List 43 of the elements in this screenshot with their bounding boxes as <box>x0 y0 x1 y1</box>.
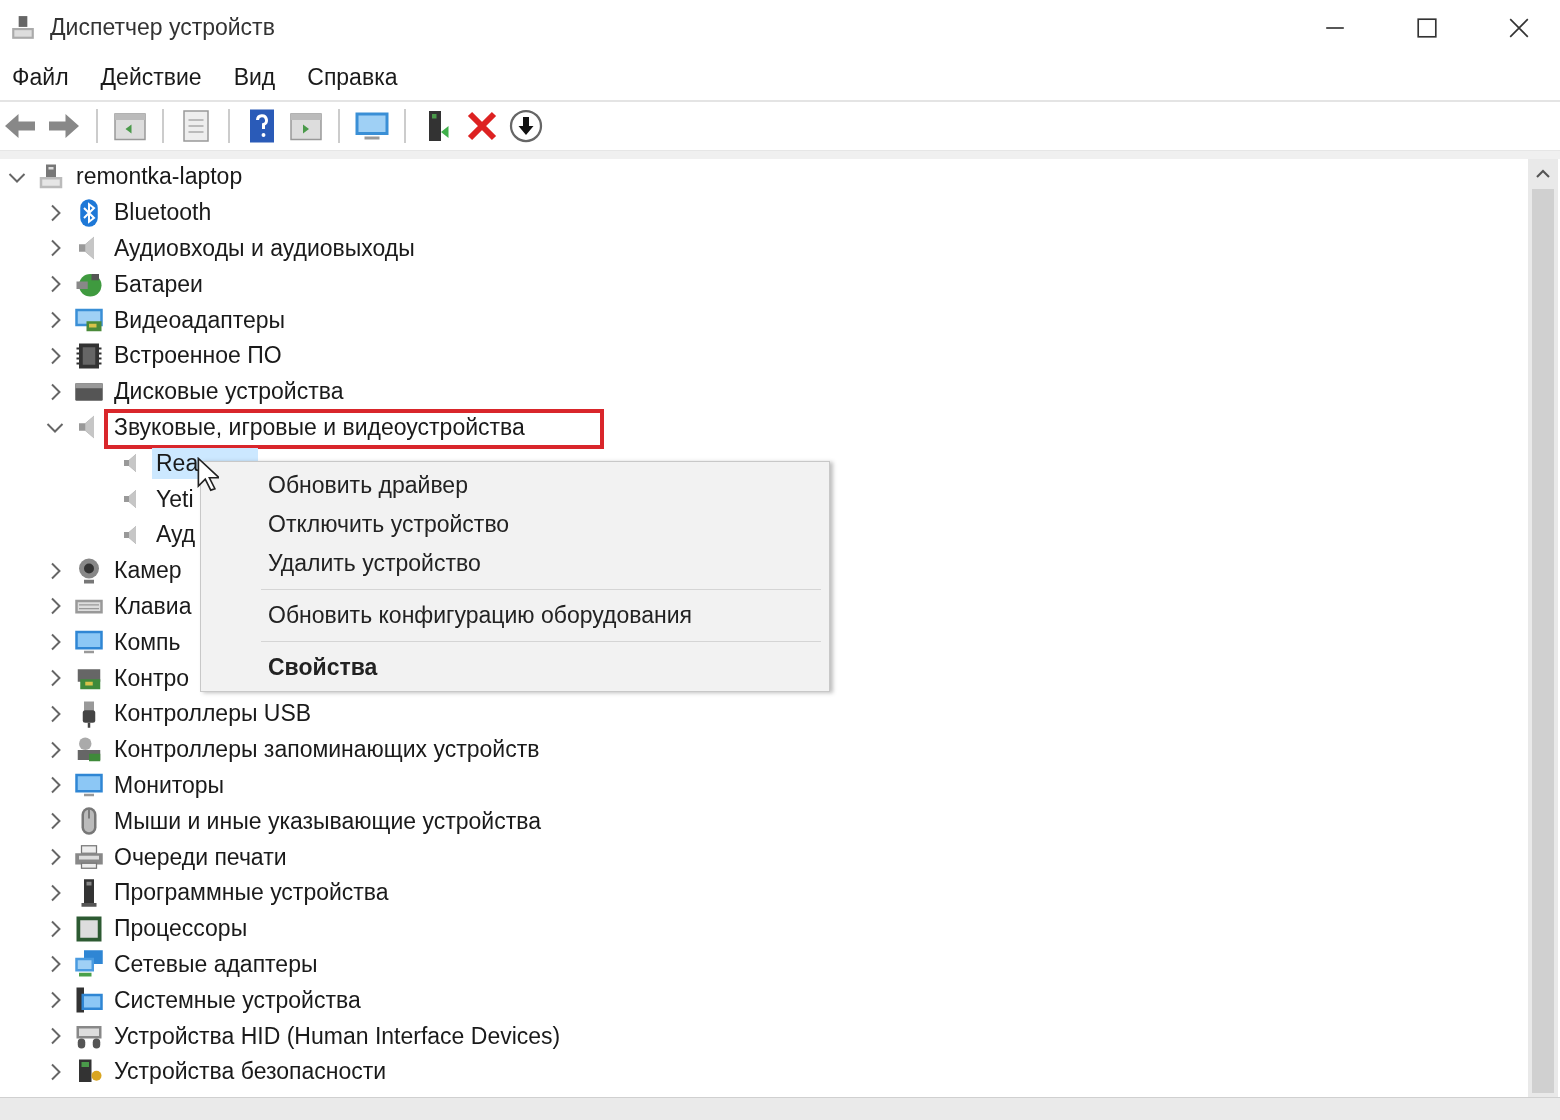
system-folder-icon <box>74 985 104 1016</box>
network-computers-icon <box>74 949 104 980</box>
scrollbar[interactable] <box>1528 159 1558 1097</box>
tree-item[interactable]: Мониторы <box>110 769 229 801</box>
context-menu-item[interactable]: Отключить устройство <box>201 505 829 544</box>
download-circle-icon[interactable] <box>508 108 544 144</box>
tree-item[interactable]: Клавиа <box>110 590 196 622</box>
tree-item[interactable]: Yeti <box>152 483 198 515</box>
tree-item[interactable]: Дисковые устройства <box>110 376 348 408</box>
tree-item[interactable]: Очереди печати <box>110 841 291 873</box>
tree-item[interactable]: Программные устройства <box>110 877 393 909</box>
menu-item[interactable]: Справка <box>307 64 398 91</box>
menu-item[interactable]: Вид <box>233 64 276 91</box>
window-title: Диспетчер устройств <box>50 14 275 41</box>
tree-item[interactable]: Компь <box>110 626 185 658</box>
maximize-icon[interactable] <box>1416 16 1438 39</box>
tree-item[interactable]: remontka-laptop <box>72 161 247 193</box>
tree-item[interactable]: Процессоры <box>110 913 252 945</box>
context-menu-item[interactable]: Обновить конфигурацию оборудования <box>201 596 829 635</box>
tree-item[interactable]: Контро <box>110 662 193 694</box>
tree-item[interactable]: Системные устройства <box>110 984 365 1016</box>
tree-item[interactable]: Звуковые, игровые и видеоустройства <box>110 411 529 443</box>
tree-item[interactable]: Устройства HID (Human Interface Devices) <box>110 1020 565 1052</box>
tree-item[interactable]: Батареи <box>110 268 207 300</box>
tree-item[interactable]: Встроенное ПО <box>110 340 286 372</box>
tree-item[interactable]: Аудиовходы и аудиовыходы <box>110 233 419 264</box>
mouse-cursor-icon <box>197 457 219 493</box>
scroll-thumb[interactable] <box>1532 189 1554 1093</box>
menu-item[interactable]: Действие <box>100 64 202 91</box>
context-menu-item[interactable]: Удалить устройство <box>201 544 829 583</box>
menu-item[interactable]: Файл <box>12 64 69 91</box>
tree-item[interactable]: Сетевые адаптеры <box>110 948 322 980</box>
tree-item[interactable]: Контроллеры USB <box>110 698 316 730</box>
tree-item[interactable]: Ауд <box>152 519 200 551</box>
context-menu-item[interactable]: Свойства <box>201 648 829 687</box>
device-manager-icon <box>10 14 36 41</box>
tree-item[interactable]: Устройства безопасности <box>110 1056 391 1088</box>
close-icon[interactable] <box>1508 16 1530 39</box>
tree-item[interactable]: Видеоадаптеры <box>110 304 290 336</box>
tree-item[interactable]: Мыши и иные указывающие устройства <box>110 805 545 837</box>
tree-item[interactable]: Камер <box>110 555 186 587</box>
tree-item[interactable]: Контроллеры запоминающих устройств <box>110 734 544 766</box>
tree-item[interactable]: Bluetooth <box>110 197 216 229</box>
